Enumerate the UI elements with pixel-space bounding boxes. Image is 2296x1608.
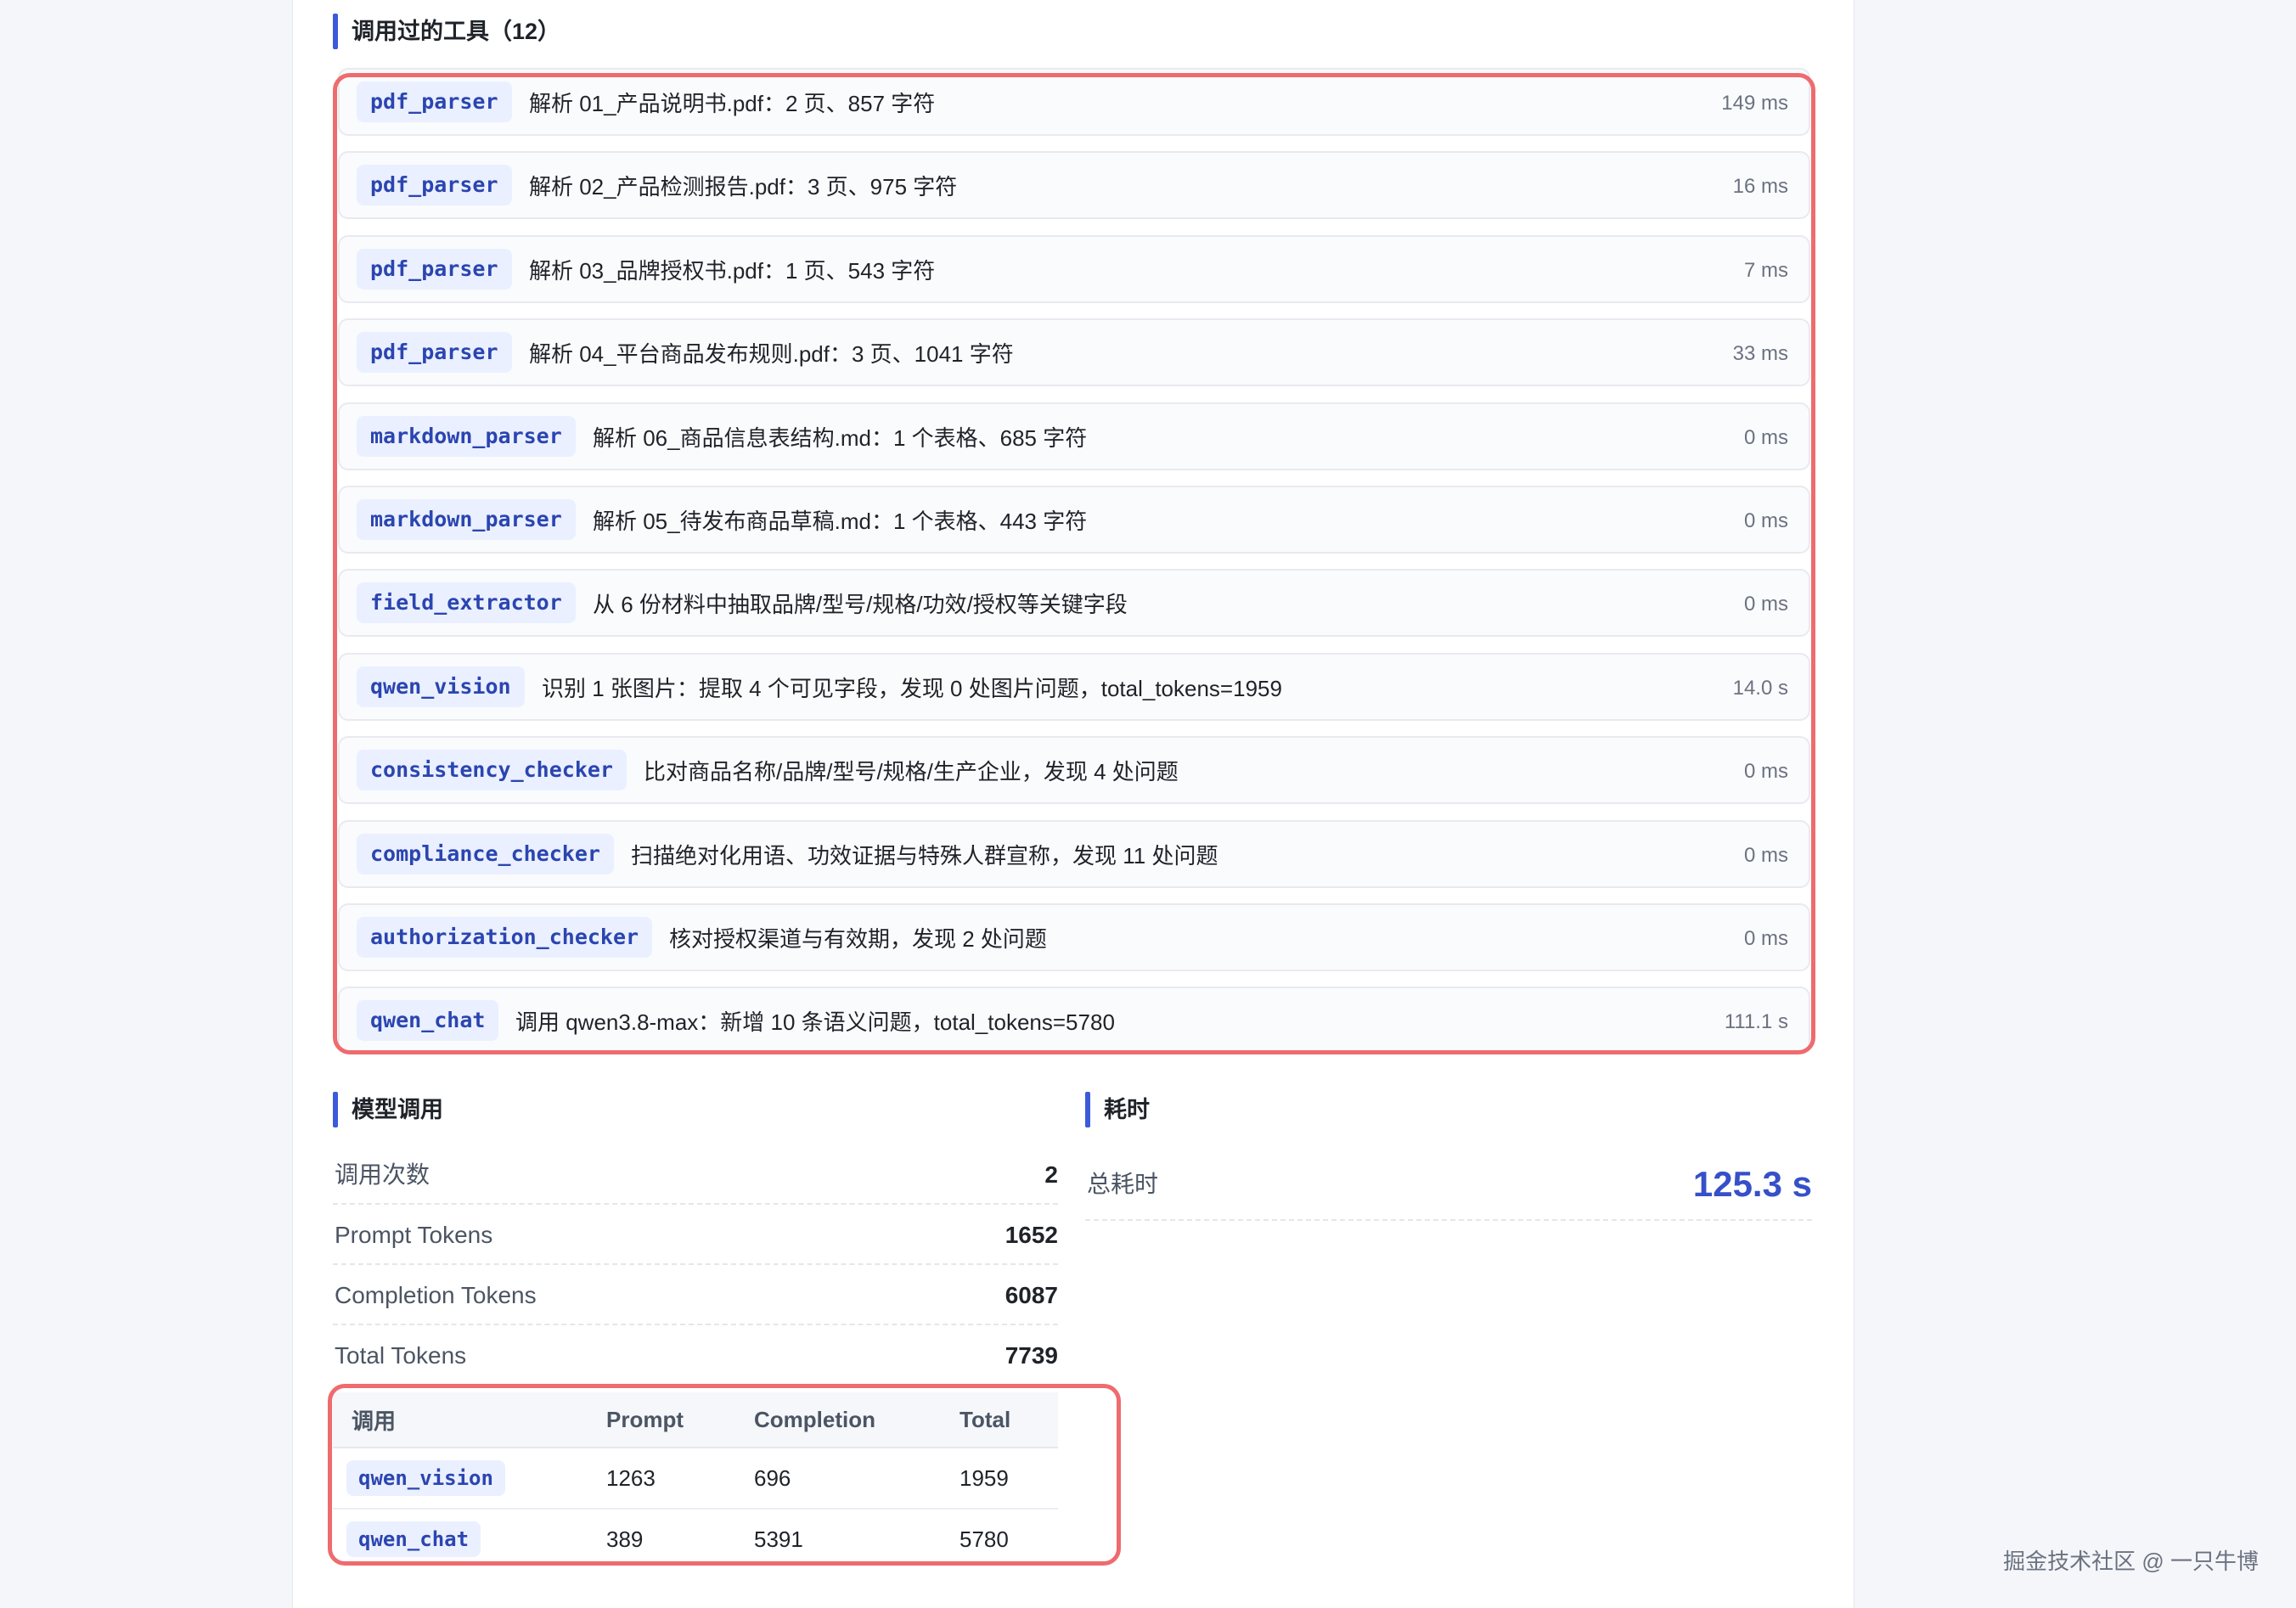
- stat-label: Total Tokens: [335, 1342, 467, 1369]
- stat-row-total-tokens: Total Tokens 7739: [333, 1325, 1058, 1386]
- stat-row-prompt-tokens: Prompt Tokens 1652: [333, 1205, 1058, 1265]
- tools-highlight-box: [333, 73, 1815, 1054]
- stat-label: 调用次数: [335, 1161, 430, 1188]
- stat-label: Prompt Tokens: [335, 1222, 493, 1248]
- watermark: 掘金技术社区 @ 一只牛博: [2003, 1549, 2259, 1574]
- time-section-title: 耗时: [1085, 1092, 1150, 1127]
- total-time-row: 总耗时 125.3 s: [1085, 1148, 1812, 1221]
- stat-value: 1652: [1004, 1222, 1058, 1248]
- stat-row-completion-tokens: Completion Tokens 6087: [333, 1265, 1058, 1325]
- model-section-title: 模型调用: [333, 1092, 443, 1127]
- stat-row-calls: 调用次数 2: [333, 1144, 1058, 1205]
- tools-section-title: 调用过的工具（12）: [333, 14, 560, 49]
- stat-value: 2: [1044, 1161, 1058, 1188]
- stat-value: 6087: [1004, 1282, 1058, 1308]
- stat-value: 7739: [1004, 1342, 1058, 1369]
- total-time-value: 125.3 s: [1692, 1164, 1812, 1204]
- stat-label: Completion Tokens: [335, 1282, 537, 1308]
- calls-highlight-box: [328, 1384, 1121, 1566]
- total-time-label: 总耗时: [1087, 1171, 1159, 1197]
